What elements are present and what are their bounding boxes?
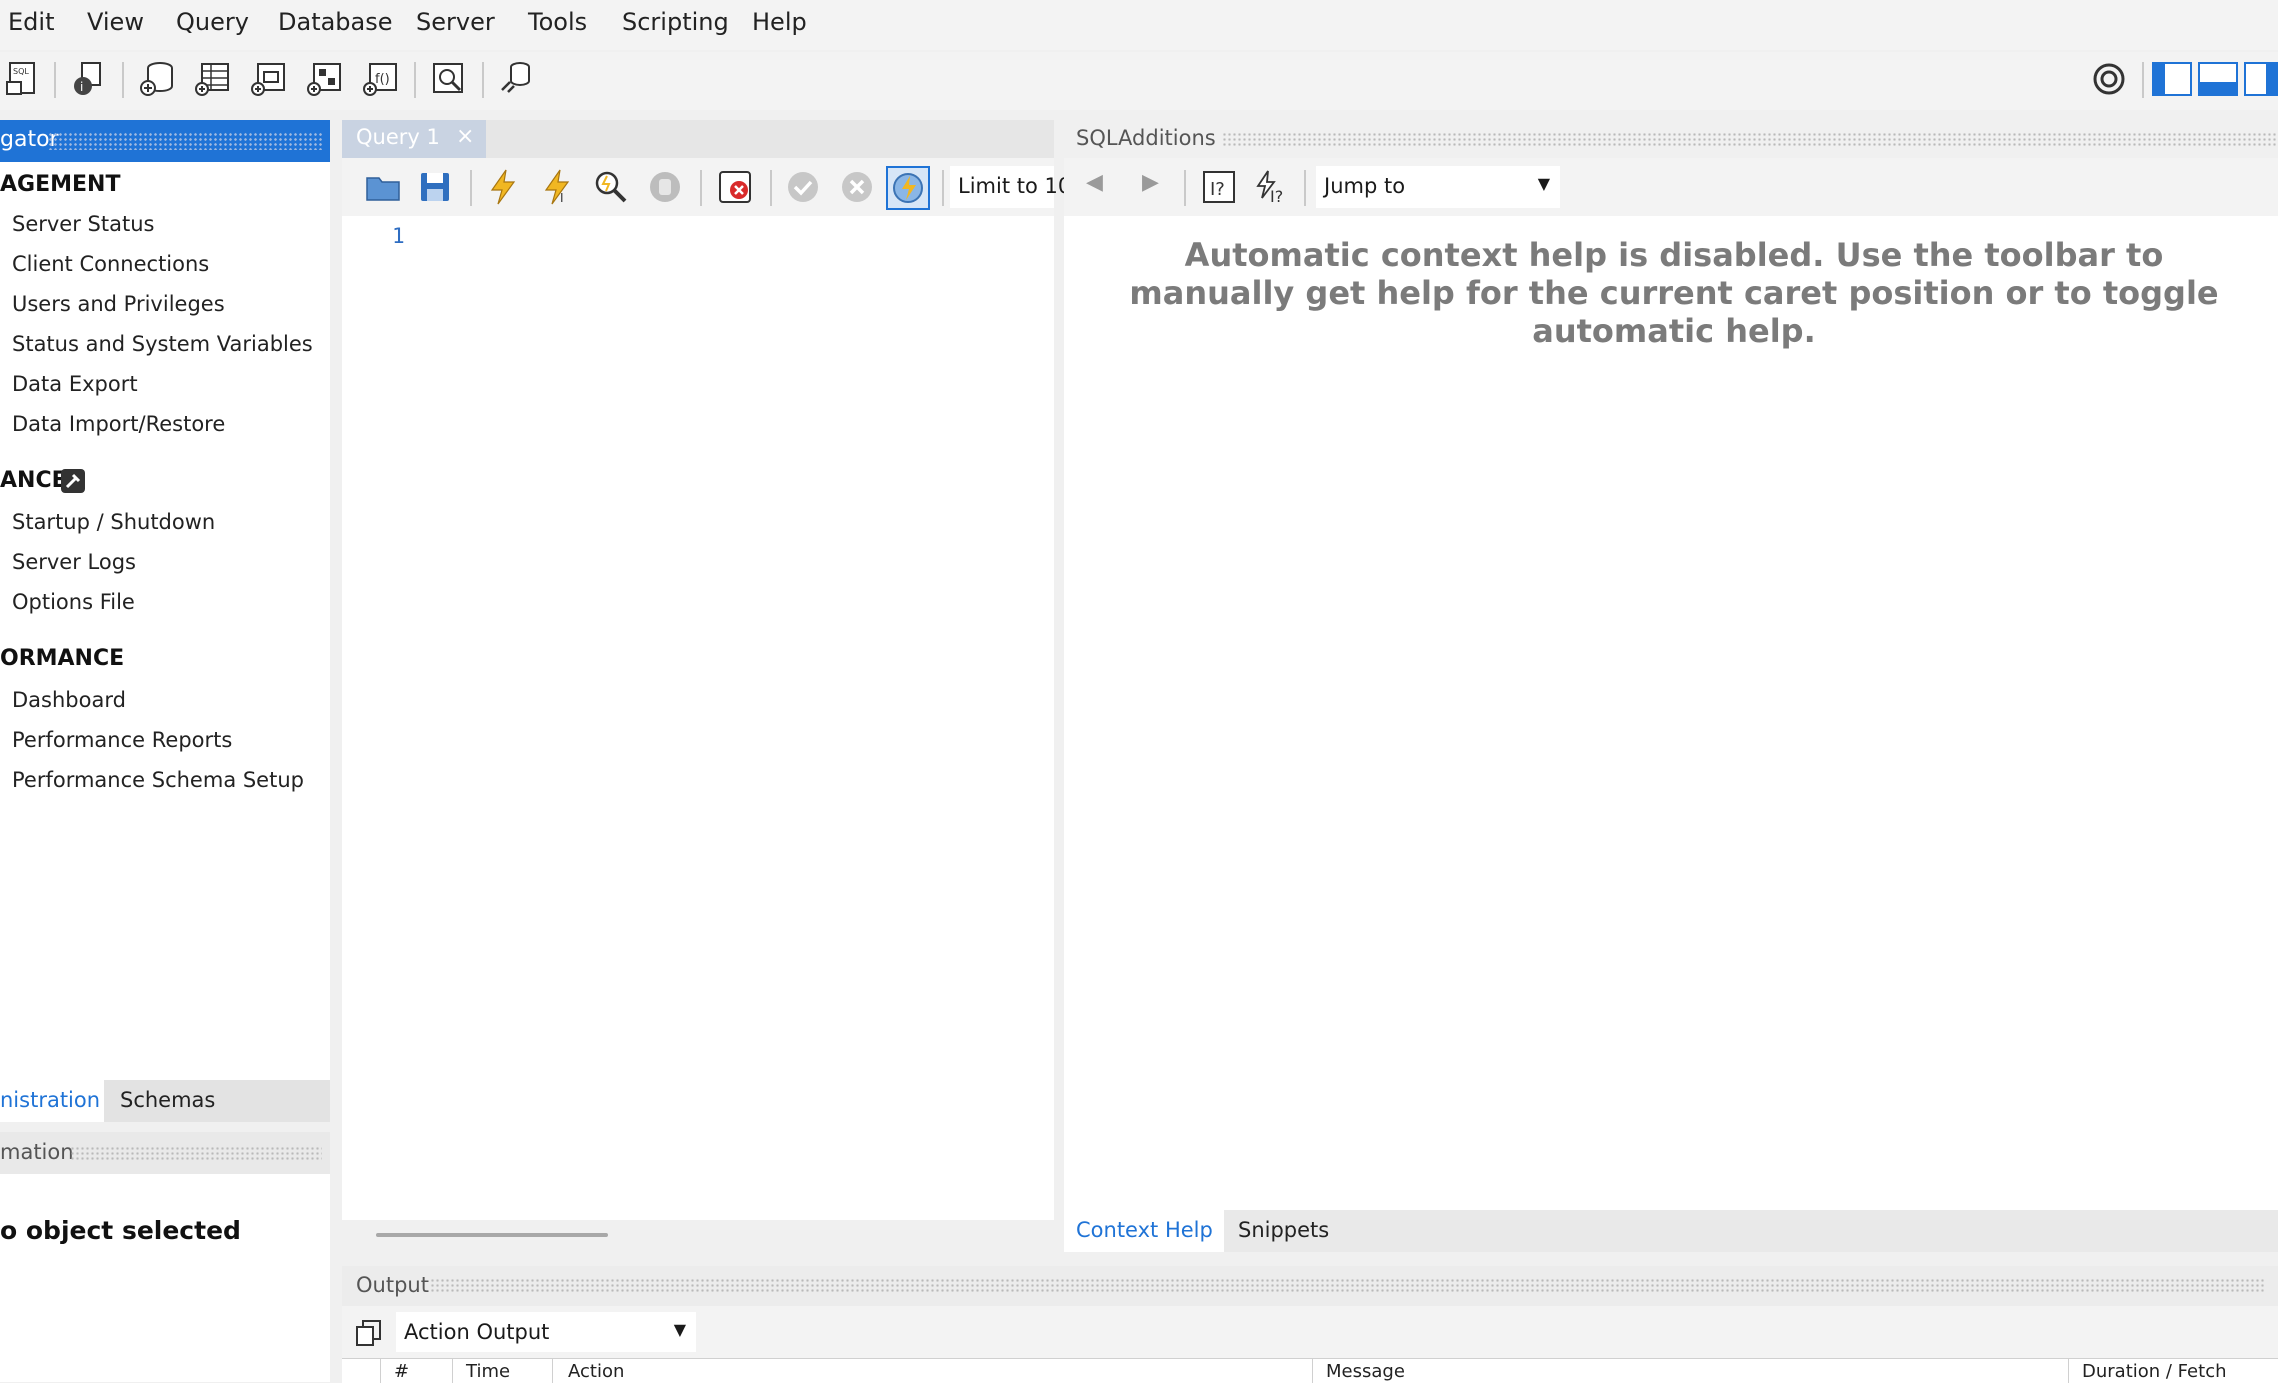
tab-context-help[interactable]: Context Help — [1064, 1210, 1224, 1252]
rollback-icon[interactable] — [838, 168, 876, 206]
nav-item-server-status[interactable]: Server Status — [12, 212, 154, 236]
open-sql-script-icon[interactable]: i — [70, 60, 108, 98]
svg-text:I: I — [560, 191, 564, 205]
svg-text:SQL: SQL — [13, 67, 29, 76]
nav-item-data-export[interactable]: Data Export — [12, 372, 138, 396]
search-table-data-icon[interactable] — [430, 60, 468, 98]
auto-help-icon[interactable]: I? — [1252, 168, 1290, 206]
svg-text:i: i — [80, 80, 83, 94]
output-table-header: # Time Action Message Duration / Fetch — [342, 1358, 2278, 1383]
dropdown-arrow-icon: ▼ — [673, 1320, 686, 1339]
preferences-gear-icon[interactable] — [2090, 60, 2128, 98]
information-panel: o object selected — [0, 1174, 330, 1382]
nav-item-performance-reports[interactable]: Performance Reports — [12, 728, 232, 752]
menu-tools[interactable]: Tools — [528, 8, 587, 36]
toggle-autocommit-icon[interactable] — [886, 166, 930, 210]
output-type-select[interactable]: Action Output ▼ — [396, 1312, 696, 1352]
create-schema-icon[interactable] — [138, 60, 176, 98]
column-action[interactable]: Action — [568, 1361, 624, 1382]
sql-editor[interactable]: 1 — [342, 216, 1054, 1237]
menu-server[interactable]: Server — [416, 8, 495, 36]
nav-item-status-variables[interactable]: Status and System Variables — [12, 332, 313, 356]
create-view-icon[interactable] — [250, 60, 288, 98]
context-help-message: Automatic context help is disabled. Use … — [1129, 236, 2219, 350]
navigator-panel: AGEMENT Server Status Client Connections… — [0, 162, 330, 1080]
information-title: mation — [0, 1140, 74, 1164]
navigator-tabs: nistration Schemas — [0, 1080, 330, 1122]
nav-item-startup-shutdown[interactable]: Startup / Shutdown — [12, 510, 215, 534]
menu-edit[interactable]: Edit — [8, 8, 54, 36]
explain-icon[interactable] — [592, 168, 630, 206]
dropdown-arrow-icon: ▼ — [1537, 174, 1550, 193]
new-sql-tab-icon[interactable]: SQL — [4, 60, 42, 98]
nav-item-data-import[interactable]: Data Import/Restore — [12, 412, 225, 436]
create-procedure-icon[interactable] — [306, 60, 344, 98]
menu-scripting[interactable]: Scripting — [622, 8, 729, 36]
execute-current-icon[interactable]: I — [538, 168, 576, 206]
sql-additions-header: SQLAdditions — [1064, 120, 2278, 158]
nav-item-server-logs[interactable]: Server Logs — [12, 550, 136, 574]
toggle-sidebar-icon[interactable] — [2152, 62, 2192, 96]
section-instance: ANCE — [0, 468, 67, 493]
reconnect-icon[interactable] — [498, 60, 536, 98]
no-object-selected-label: o object selected — [0, 1216, 241, 1245]
sql-additions-title: SQLAdditions — [1076, 126, 1216, 150]
output-toolbar: Action Output ▼ — [342, 1306, 2278, 1358]
execute-icon[interactable] — [484, 168, 522, 206]
toggle-continue-on-error-icon[interactable] — [716, 168, 754, 206]
nav-item-dashboard[interactable]: Dashboard — [12, 688, 126, 712]
commit-icon[interactable] — [784, 168, 822, 206]
copy-icon[interactable] — [354, 1318, 384, 1348]
output-header: Output — [342, 1266, 2278, 1306]
jump-to-select[interactable]: Jump to ▼ — [1316, 166, 1560, 208]
section-performance: ORMANCE — [0, 646, 125, 671]
create-function-icon[interactable]: f() — [362, 60, 400, 98]
open-file-icon[interactable] — [364, 168, 402, 206]
context-help-panel: Automatic context help is disabled. Use … — [1064, 216, 2278, 1210]
manual-help-icon[interactable]: I? — [1200, 168, 1238, 206]
menu-bar: Edit View Query Database Server Tools Sc… — [0, 0, 2278, 50]
svg-text:I?: I? — [1270, 187, 1283, 206]
toggle-output-icon[interactable] — [2198, 62, 2238, 96]
column-time[interactable]: Time — [466, 1361, 510, 1382]
navigator-header: gator — [0, 120, 330, 162]
sql-additions-toolbar: ◀ ▶ I? I? Jump to ▼ — [1064, 158, 2278, 216]
instance-settings-icon[interactable] — [60, 468, 86, 494]
svg-text:I?: I? — [1210, 179, 1225, 200]
section-management: AGEMENT — [0, 172, 121, 197]
nav-item-options-file[interactable]: Options File — [12, 590, 135, 614]
save-icon[interactable] — [416, 168, 454, 206]
tab-query-1[interactable]: Query 1 × — [342, 120, 486, 158]
tab-administration[interactable]: nistration — [0, 1080, 104, 1122]
nav-item-client-connections[interactable]: Client Connections — [12, 252, 209, 276]
menu-help[interactable]: Help — [752, 8, 807, 36]
line-number: 1 — [392, 224, 405, 248]
query-tab-label: Query 1 — [356, 125, 440, 149]
column-duration-fetch[interactable]: Duration / Fetch — [2082, 1361, 2227, 1382]
menu-view[interactable]: View — [87, 8, 144, 36]
nav-item-performance-schema-setup[interactable]: Performance Schema Setup — [12, 768, 304, 792]
column-number[interactable]: # — [394, 1361, 409, 1382]
create-table-icon[interactable] — [194, 60, 232, 98]
back-arrow-icon[interactable]: ◀ — [1086, 170, 1103, 195]
tab-schemas[interactable]: Schemas — [120, 1088, 215, 1112]
sql-additions-tabs: Context Help Snippets — [1064, 1210, 2278, 1252]
close-tab-icon[interactable]: × — [456, 124, 474, 149]
limit-rows-select[interactable]: Limit to 10 — [950, 166, 1071, 208]
horizontal-scrollbar[interactable] — [376, 1233, 608, 1237]
menu-query[interactable]: Query — [176, 8, 249, 36]
menu-database[interactable]: Database — [278, 8, 393, 36]
information-header: mation — [0, 1132, 330, 1174]
main-toolbar: SQL i f() — [0, 52, 2278, 110]
output-title: Output — [356, 1273, 429, 1297]
stop-icon[interactable] — [646, 168, 684, 206]
tab-snippets[interactable]: Snippets — [1238, 1218, 1329, 1242]
nav-item-users-privileges[interactable]: Users and Privileges — [12, 292, 225, 316]
column-message[interactable]: Message — [1326, 1361, 1405, 1382]
query-toolbar: I Limit to 10 — [342, 158, 1071, 216]
svg-text:f(): f() — [375, 72, 390, 87]
forward-arrow-icon[interactable]: ▶ — [1142, 170, 1159, 195]
toggle-secondary-sidebar-icon[interactable] — [2244, 62, 2278, 96]
